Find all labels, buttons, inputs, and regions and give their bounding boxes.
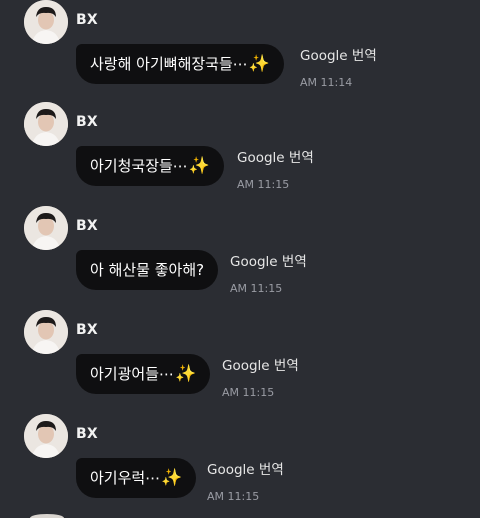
google-translate-link[interactable]: Google 번역 — [230, 250, 307, 270]
message-text: 사랑해 아기뼈해장국들⋯ — [90, 55, 248, 73]
avatar[interactable] — [24, 102, 68, 146]
avatar[interactable] — [24, 414, 68, 458]
avatar[interactable] — [24, 206, 68, 250]
next-avatar-partial — [30, 514, 64, 518]
sender-name: BX — [76, 426, 98, 442]
google-translate-link[interactable]: Google 번역 — [237, 146, 314, 166]
google-translate-link[interactable]: Google 번역 — [222, 354, 299, 374]
sparkle-icon: ✨ — [175, 364, 197, 384]
message-time: AM 11:15 — [237, 178, 290, 191]
sender-name: BX — [76, 12, 98, 28]
message-bubble[interactable]: 아기우럭⋯✨ — [76, 458, 197, 498]
message-bubble[interactable]: 아기광어들⋯✨ — [76, 354, 211, 394]
message-time: AM 11:15 — [222, 386, 275, 399]
sender-name: BX — [76, 218, 98, 234]
avatar-photo-icon — [24, 414, 68, 458]
sender-name: BX — [76, 114, 98, 130]
avatar[interactable] — [24, 0, 68, 44]
sparkle-icon: ✨ — [188, 156, 210, 176]
message-text: 아기우럭⋯ — [90, 469, 161, 487]
avatar-photo-icon — [24, 206, 68, 250]
message-text: 아기광어들⋯ — [90, 365, 175, 383]
message-time: AM 11:14 — [300, 76, 353, 89]
google-translate-link[interactable]: Google 번역 — [207, 458, 284, 478]
message-text: 아 해산물 좋아해? — [90, 261, 205, 279]
message-text: 아기청국장들⋯ — [90, 157, 188, 175]
message-time: AM 11:15 — [207, 490, 260, 503]
avatar-photo-icon — [24, 102, 68, 146]
avatar-photo-icon — [24, 0, 68, 44]
message-bubble[interactable]: 사랑해 아기뼈해장국들⋯✨ — [76, 44, 284, 84]
message-bubble[interactable]: 아기청국장들⋯✨ — [76, 146, 224, 186]
sparkle-icon: ✨ — [161, 468, 183, 488]
sparkle-icon: ✨ — [248, 54, 270, 74]
avatar-photo-icon — [24, 310, 68, 354]
chat-window: BX 사랑해 아기뼈해장국들⋯✨ Google 번역 AM 11:14 BX 아… — [0, 0, 480, 518]
message-bubble[interactable]: 아 해산물 좋아해? — [76, 250, 219, 290]
message-time: AM 11:15 — [230, 282, 283, 295]
sender-name: BX — [76, 322, 98, 338]
avatar[interactable] — [24, 310, 68, 354]
google-translate-link[interactable]: Google 번역 — [300, 44, 377, 64]
